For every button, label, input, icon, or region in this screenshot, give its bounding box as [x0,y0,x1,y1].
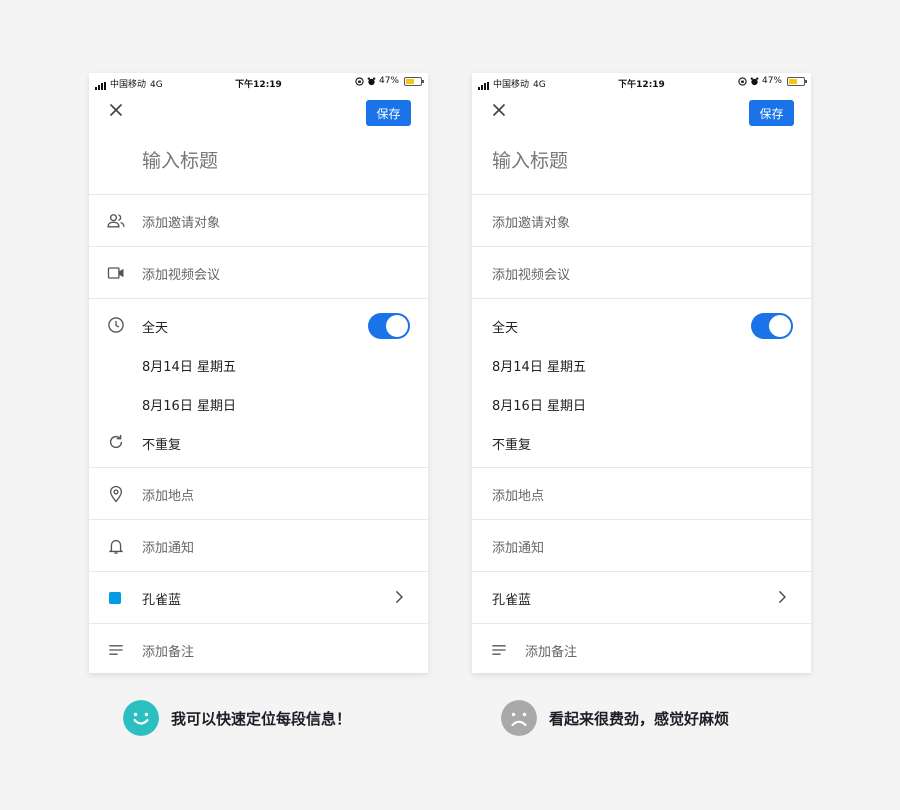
caption-bad: 看起来很费劲，感觉好麻烦 [501,700,729,736]
battery-icon [787,76,807,86]
add-location-row[interactable]: 添加地点 [89,468,428,520]
start-date[interactable]: 8月14日 星期五 [492,356,586,375]
add-location-label: 添加地点 [492,489,545,504]
add-location-label: 添加地点 [142,489,195,504]
color-swatch [109,592,121,604]
title-field[interactable]: 输入标题 [89,137,428,195]
end-date[interactable]: 8月16日 星期日 [142,395,236,414]
title-placeholder: 输入标题 [142,150,219,172]
add-video-label: 添加视频会议 [142,268,221,283]
time-section: 全天 8月14日 星期五 8月16日 星期日 不重复 [89,299,428,468]
status-bar: 中国移动 4G 下午12:19 47% [472,73,811,92]
add-note-row[interactable]: 添加备注 [472,624,811,673]
caption-bad-text: 看起来很费劲，感觉好麻烦 [549,709,730,728]
battery-percent: 47% [761,76,782,86]
event-color-row[interactable]: 孔雀蓝 [472,572,811,624]
event-color-label: 孔雀蓝 [492,593,532,608]
add-invitees-row[interactable]: 添加邀请对象 [472,195,811,247]
add-notification-label: 添加通知 [492,541,545,556]
alarm-icon [750,76,759,85]
caption-good: 我可以快速定位每段信息！ [123,700,351,736]
sad-face-icon [501,700,537,736]
add-notification-label: 添加通知 [142,541,195,556]
phone-screen-without-icons: 中国移动 4G 下午12:19 47% 保存 输入标题 添加邀请对象 添加视频会… [472,73,811,673]
add-video-label: 添加视频会议 [492,268,571,283]
battery-percent: 47% [378,76,399,86]
location-pin-icon [109,485,123,503]
add-invitees-label: 添加邀请对象 [142,216,221,231]
event-color-row[interactable]: 孔雀蓝 [89,572,428,624]
status-bar: 中国移动 4G 下午12:19 47% [89,73,428,92]
happy-face-icon [123,700,159,736]
all-day-toggle[interactable] [368,313,410,339]
toggle-knob [386,315,408,337]
repeat-label[interactable]: 不重复 [492,434,531,453]
add-invitees-row[interactable]: 添加邀请对象 [89,195,428,247]
add-notification-row[interactable]: 添加通知 [472,520,811,572]
event-color-label: 孔雀蓝 [142,593,182,608]
notes-icon [492,645,506,655]
add-note-label: 添加备注 [525,645,578,660]
phone-screen-with-icons: 中国移动 4G 下午12:19 47% 保存 输入标题 添加邀请对象 添加视频会… [89,73,428,673]
notes-icon [109,645,123,655]
add-note-row[interactable]: 添加备注 [89,624,428,673]
all-day-label: 全天 [142,321,169,336]
save-button[interactable]: 保存 [749,100,794,126]
add-notification-row[interactable]: 添加通知 [89,520,428,572]
app-toolbar: 保存 [89,92,428,137]
all-day-label: 全天 [492,321,519,336]
people-icon [107,214,125,228]
title-placeholder: 输入标题 [492,150,569,172]
chevron-right-icon [778,590,786,604]
all-day-toggle[interactable] [751,313,793,339]
battery-icon [404,76,424,86]
add-invitees-label: 添加邀请对象 [492,216,571,231]
start-date[interactable]: 8月14日 星期五 [142,356,236,375]
time-section: 全天 8月14日 星期五 8月16日 星期日 不重复 [472,299,811,468]
bell-icon [108,539,124,554]
app-toolbar: 保存 [472,92,811,137]
toggle-knob [769,315,791,337]
add-note-label: 添加备注 [142,645,195,660]
orientation-lock-icon [738,76,747,86]
repeat-label[interactable]: 不重复 [142,434,181,453]
close-icon[interactable] [488,99,510,121]
close-icon[interactable] [105,99,127,121]
add-video-row[interactable]: 添加视频会议 [472,247,811,299]
add-location-row[interactable]: 添加地点 [472,468,811,520]
add-video-row[interactable]: 添加视频会议 [89,247,428,299]
video-camera-icon [107,267,124,279]
save-button[interactable]: 保存 [366,100,411,126]
end-date[interactable]: 8月16日 星期日 [492,395,586,414]
alarm-icon [367,76,376,85]
clock-icon [108,317,124,333]
orientation-lock-icon [355,76,364,86]
chevron-right-icon [395,590,403,604]
repeat-icon [109,434,123,449]
caption-good-text: 我可以快速定位每段信息！ [171,709,352,728]
title-field[interactable]: 输入标题 [472,137,811,195]
